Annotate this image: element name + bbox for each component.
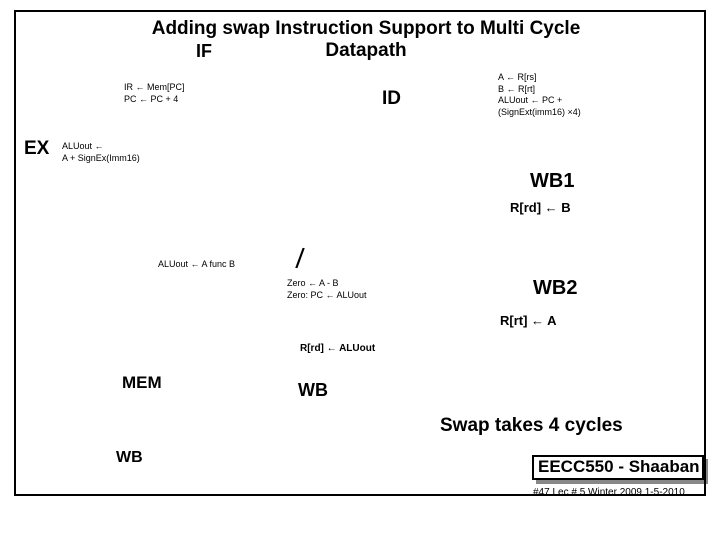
rrd-b-text: R[rd] ← B	[510, 200, 571, 215]
id-code-line4: (SignExt(imm16) ×4)	[498, 107, 581, 119]
rrt-a-text: R[rt] ← A	[500, 313, 557, 328]
id-code-line2: B ← R[rt]	[498, 84, 581, 96]
rrd-aluout-text: R[rd] ← ALUout	[300, 343, 375, 354]
zero-code-block: Zero ← A - B Zero: PC ← ALUout	[287, 278, 367, 301]
ex-code-line1: ALUout ←	[62, 141, 140, 153]
aluout-func-code: ALUout ← A func B	[158, 259, 235, 269]
wb1-stage-label: WB1	[530, 170, 574, 193]
ex-code-block: ALUout ← A + SignEx(Imm16)	[62, 141, 140, 164]
if-code-line2: PC ← PC + 4	[124, 94, 185, 106]
swap-cycles-text: Swap takes 4 cycles	[440, 415, 623, 437]
if-stage-label: IF	[196, 41, 212, 62]
mem-stage-label: MEM	[122, 373, 162, 393]
ex-code-line2: A + SignEx(Imm16)	[62, 153, 140, 165]
id-code-line1: A ← R[rs]	[498, 72, 581, 84]
course-label: EECC550 - Shaaban	[538, 457, 700, 477]
wb-center-label: WB	[298, 380, 328, 401]
wb-bottom-label: WB	[116, 449, 143, 467]
if-code-line1: IR ← Mem[PC]	[124, 82, 185, 94]
zero-code-line1: Zero ← A - B	[287, 278, 367, 290]
id-code-block: A ← R[rs] B ← R[rt] ALUout ← PC + (SignE…	[498, 72, 581, 119]
ex-stage-label: EX	[24, 138, 49, 160]
id-code-line3: ALUout ← PC +	[498, 95, 581, 107]
slide-title: Adding swap Instruction Support to Multi…	[116, 18, 616, 62]
footer-text: #47 Lec # 5 Winter 2009 1-5-2010	[533, 487, 685, 498]
wb2-stage-label: WB2	[533, 277, 577, 300]
id-stage-label: ID	[382, 88, 401, 110]
if-code-block: IR ← Mem[PC] PC ← PC + 4	[124, 82, 185, 105]
zero-code-line2: Zero: PC ← ALUout	[287, 290, 367, 302]
